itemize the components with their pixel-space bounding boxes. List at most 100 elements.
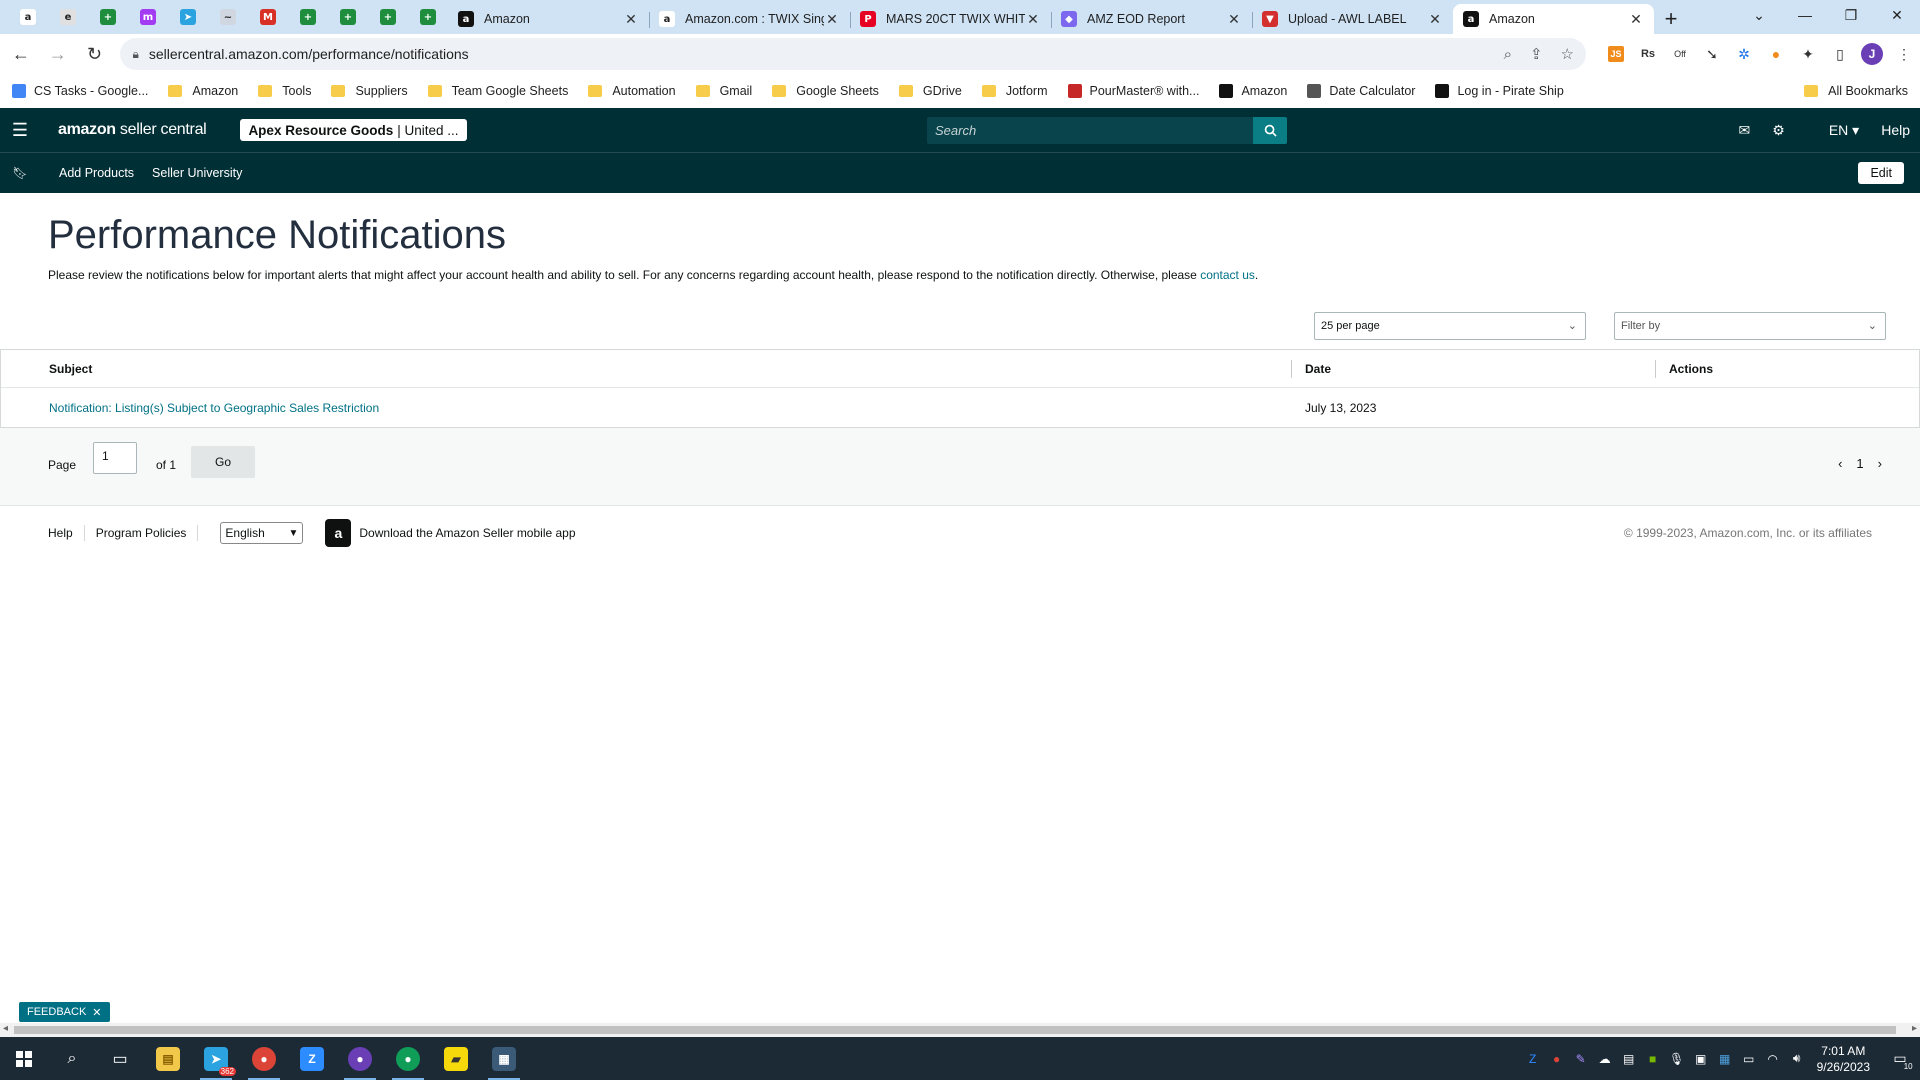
language-selector[interactable]: EN ▾ xyxy=(1807,122,1859,139)
seller-central-logo[interactable]: amazon seller central xyxy=(58,121,207,139)
column-date[interactable]: Date xyxy=(1305,362,1331,376)
browser-tab[interactable]: ◆ AMZ EOD Report ✕ xyxy=(1051,4,1252,34)
helium-extension-icon[interactable]: ✲ xyxy=(1728,46,1760,63)
chevron-right-icon[interactable]: › xyxy=(1878,456,1882,471)
close-icon[interactable]: ✕ xyxy=(92,1006,101,1019)
program-policies-link[interactable]: Program Policies xyxy=(96,526,187,540)
tab-close-icon[interactable]: ✕ xyxy=(1628,11,1644,27)
edit-nav-button[interactable]: Edit xyxy=(1858,162,1904,184)
mail-icon[interactable]: ✉ xyxy=(1739,122,1751,139)
pinned-tab[interactable]: + xyxy=(288,0,328,34)
side-panel-icon[interactable]: ▯ xyxy=(1824,46,1856,63)
pinned-tab[interactable]: + xyxy=(408,0,448,34)
microphone-icon[interactable]: 🎙︎ xyxy=(1665,1052,1689,1066)
lock-icon[interactable]: 🔒︎ xyxy=(132,47,138,62)
feedback-button[interactable]: FEEDBACK ✕ xyxy=(19,1002,110,1022)
bookmark-item[interactable]: Gmail xyxy=(695,84,752,98)
tab-close-icon[interactable]: ✕ xyxy=(824,11,840,27)
browser-tab[interactable]: ▼ Upload - AWL LABEL ✕ xyxy=(1252,4,1453,34)
horizontal-scrollbar[interactable]: ◂ ▸ xyxy=(0,1023,1920,1037)
chrome-taskbar-icon[interactable]: ● xyxy=(240,1037,288,1080)
scroll-right-icon[interactable]: ▸ xyxy=(1912,1023,1917,1034)
pinned-tab[interactable]: e xyxy=(48,0,88,34)
system-clock[interactable]: 7:01 AM 9/26/2023 xyxy=(1817,1043,1870,1075)
tab-search-icon[interactable]: ⌄ xyxy=(1736,0,1782,30)
reload-icon[interactable]: ↻ xyxy=(79,38,111,70)
footer-help-link[interactable]: Help xyxy=(48,526,73,540)
subnav-seller-university[interactable]: Seller University xyxy=(152,166,242,180)
chrome-profile-taskbar-icon[interactable]: ● xyxy=(336,1037,384,1080)
bookmark-item[interactable]: CS Tasks - Google... xyxy=(12,84,148,98)
help-link[interactable]: Help xyxy=(1881,122,1910,138)
browser-tab[interactable]: a Amazon ✕ xyxy=(1453,4,1654,34)
url-text[interactable]: sellercentral.amazon.com/performance/not… xyxy=(149,46,1486,62)
telegram-taskbar-icon[interactable]: ➤ 362 xyxy=(192,1037,240,1080)
bookmark-item[interactable]: Automation xyxy=(588,84,676,98)
bookmark-item[interactable]: Team Google Sheets xyxy=(427,84,568,98)
sticky-notes-taskbar-icon[interactable]: ▰ xyxy=(432,1037,480,1080)
zoom-taskbar-icon[interactable]: Z xyxy=(288,1037,336,1080)
bookmark-item[interactable]: Jotform xyxy=(981,84,1048,98)
tab-close-icon[interactable]: ✕ xyxy=(623,11,639,27)
all-bookmarks[interactable]: All Bookmarks xyxy=(1804,84,1908,98)
column-subject[interactable]: Subject xyxy=(49,362,92,376)
chrome-second-taskbar-icon[interactable]: ● xyxy=(384,1037,432,1080)
pinned-tab[interactable]: + xyxy=(88,0,128,34)
account-switcher[interactable]: Apex Resource Goods | United ... xyxy=(240,119,467,141)
scroll-left-icon[interactable]: ◂ xyxy=(3,1023,8,1034)
maximize-button[interactable]: ❐ xyxy=(1828,0,1874,30)
bookmark-item[interactable]: Amazon xyxy=(168,84,238,98)
keepa-extension-icon[interactable]: ● xyxy=(1760,46,1792,62)
share-icon[interactable]: ⇪ xyxy=(1530,45,1543,63)
filter-select[interactable]: Filter by ⌄ xyxy=(1614,312,1886,340)
battery-icon[interactable]: ▭ xyxy=(1737,1052,1761,1066)
notification-subject-link[interactable]: Notification: Listing(s) Subject to Geog… xyxy=(49,401,379,415)
pinned-tab[interactable]: M xyxy=(248,0,288,34)
file-explorer-icon[interactable]: ▤ xyxy=(144,1037,192,1080)
bookmark-item[interactable]: Date Calculator xyxy=(1307,84,1415,98)
back-icon[interactable]: ← xyxy=(5,38,37,70)
search-button[interactable] xyxy=(1253,117,1287,144)
taskbar-search-icon[interactable]: ⌕ xyxy=(48,1037,96,1080)
new-tab-button[interactable]: + xyxy=(1654,4,1688,34)
pinned-tab[interactable]: ➤ xyxy=(168,0,208,34)
bookmark-item[interactable]: Google Sheets xyxy=(772,84,879,98)
pinned-tab[interactable]: ~ xyxy=(208,0,248,34)
minimize-button[interactable]: — xyxy=(1782,0,1828,30)
bookmark-item[interactable]: GDrive xyxy=(898,84,962,98)
browser-tab[interactable]: a Amazon ✕ xyxy=(448,4,649,34)
zoom-icon[interactable]: ⌕ xyxy=(1504,46,1512,63)
rs-extension-icon[interactable]: Rs xyxy=(1632,48,1664,60)
bookmark-star-icon[interactable]: ☆ xyxy=(1561,45,1574,63)
pinned-tab[interactable]: + xyxy=(328,0,368,34)
off-extension-icon[interactable]: Off xyxy=(1664,49,1696,59)
pinned-tab[interactable]: m xyxy=(128,0,168,34)
tab-close-icon[interactable]: ✕ xyxy=(1025,11,1041,27)
browser-tab[interactable]: P MARS 20CT TWIX WHITE ✕ xyxy=(850,4,1051,34)
chrome-tray-icon[interactable]: ● xyxy=(1545,1052,1569,1066)
bookmark-item[interactable]: Tools xyxy=(258,84,311,98)
address-bar[interactable]: 🔒︎ sellercentral.amazon.com/performance/… xyxy=(120,38,1586,70)
task-view-icon[interactable]: ▭ xyxy=(96,1037,144,1080)
notification-center-icon[interactable]: ▭ 10 xyxy=(1880,1050,1920,1071)
bookmark-icon[interactable]: 🔖︎ xyxy=(0,166,40,180)
pinned-tab[interactable]: + xyxy=(368,0,408,34)
browser-menu-icon[interactable]: ⋮ xyxy=(1888,46,1920,63)
network-tray-icon[interactable]: ▦ xyxy=(1713,1052,1737,1066)
windows-start-icon[interactable] xyxy=(0,1037,48,1080)
seller-app-icon[interactable]: a xyxy=(325,519,352,547)
bookmark-item[interactable]: Suppliers xyxy=(331,84,408,98)
go-button[interactable]: Go xyxy=(191,446,255,478)
js-extension-icon[interactable]: JS xyxy=(1600,46,1632,62)
subnav-add-products[interactable]: Add Products xyxy=(59,166,134,180)
calculator-taskbar-icon[interactable]: ▦ xyxy=(480,1037,528,1080)
bookmark-item[interactable]: Log in - Pirate Ship xyxy=(1435,84,1564,98)
wifi-icon[interactable]: ◠ xyxy=(1761,1052,1785,1066)
bookmark-item[interactable]: Amazon xyxy=(1219,84,1287,98)
puzzle-extensions-icon[interactable]: ✦ xyxy=(1792,46,1824,63)
pinned-tab[interactable]: a xyxy=(8,0,48,34)
per-page-select[interactable]: 25 per page ⌄ xyxy=(1314,312,1586,340)
footer-language-select[interactable]: English ▼ xyxy=(220,522,304,544)
nvidia-tray-icon[interactable]: ■ xyxy=(1641,1052,1665,1066)
chevron-left-icon[interactable]: ‹ xyxy=(1838,456,1842,471)
